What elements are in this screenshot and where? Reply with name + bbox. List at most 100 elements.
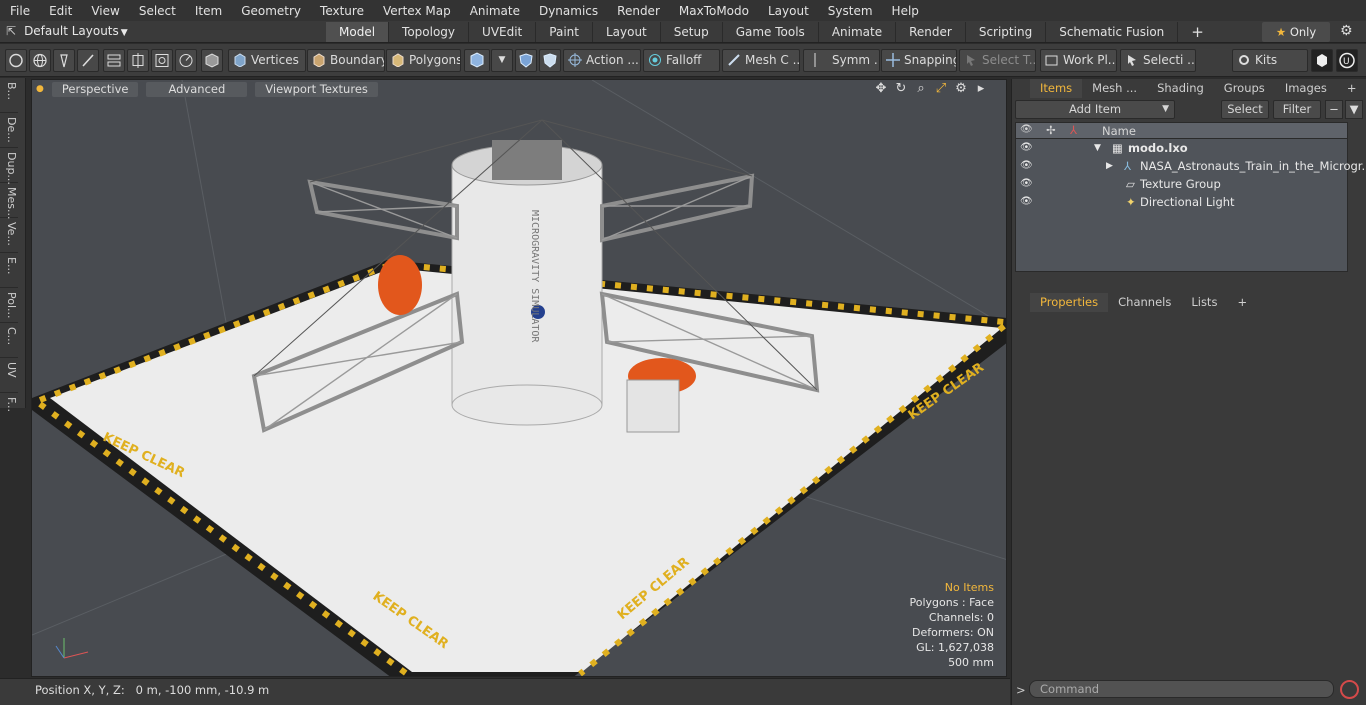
cube-icon[interactable] xyxy=(1311,49,1333,72)
advanced-button[interactable]: Advanced xyxy=(146,81,248,97)
add-panel-tab-icon[interactable]: + xyxy=(1337,79,1366,98)
select-through-button[interactable]: Select T... xyxy=(959,49,1036,72)
3d-viewport[interactable]: KEEP CLEAR KEEP CLEAR KEEP CLEAR KEEP CL… xyxy=(31,79,1007,677)
strip-tab-3[interactable]: Dup... xyxy=(0,148,18,185)
strip-tab-1[interactable]: B... xyxy=(0,78,18,113)
boundary-button[interactable]: Boundary xyxy=(307,49,385,72)
perspective-button[interactable]: Perspective xyxy=(51,81,139,97)
command-input[interactable]: Command xyxy=(1029,680,1334,698)
item-mode-icon[interactable] xyxy=(201,49,223,72)
eye-icon[interactable]: 👁 xyxy=(1020,157,1033,175)
tree-row-texture-group[interactable]: 👁 ▱ Texture Group xyxy=(1016,175,1347,193)
work-plane-button[interactable]: Work Pl... xyxy=(1040,49,1117,72)
layout-selector[interactable]: ⇱ Default Layouts ▼ xyxy=(6,24,128,38)
polygons-button[interactable]: Polygons xyxy=(386,49,461,72)
viewport-dot-icon[interactable]: ● xyxy=(36,84,44,94)
align-icon[interactable] xyxy=(103,49,125,72)
menu-system[interactable]: System xyxy=(818,4,882,18)
record-icon[interactable] xyxy=(1340,680,1359,699)
expand-arrow-icon[interactable]: ▸ xyxy=(974,82,988,96)
strip-tab-5[interactable]: Ve... xyxy=(0,218,18,253)
expand-arrow-icon[interactable]: ▶ xyxy=(1106,157,1113,175)
strip-tab-9[interactable]: UV xyxy=(0,358,18,393)
add-item-dropdown[interactable]: Add Item ▼ xyxy=(1015,100,1175,119)
tab-lists[interactable]: Lists xyxy=(1181,293,1227,312)
action-button[interactable]: Action ... xyxy=(563,49,641,72)
tree-row-scene[interactable]: 👁 ▼ ▦ modo.lxo xyxy=(1016,139,1347,157)
eye-icon[interactable]: 👁 xyxy=(1020,175,1033,193)
eye-icon[interactable]: 👁 xyxy=(1020,193,1033,211)
menu-dynamics[interactable]: Dynamics xyxy=(529,4,607,18)
menu-item[interactable]: Item xyxy=(185,4,231,18)
tab-groups[interactable]: Groups xyxy=(1214,79,1275,98)
pen-icon[interactable] xyxy=(53,49,75,72)
add-tab-icon[interactable]: + xyxy=(1178,22,1217,42)
tab-images[interactable]: Images xyxy=(1275,79,1337,98)
eye-icon[interactable]: 👁 xyxy=(1020,139,1033,157)
menu-select[interactable]: Select xyxy=(129,4,185,18)
symmetry-button[interactable]: Symm ... xyxy=(803,49,880,72)
shield-b-icon[interactable] xyxy=(539,49,561,72)
strip-tab-8[interactable]: C... xyxy=(0,323,18,358)
menu-texture[interactable]: Texture xyxy=(310,4,373,18)
menu-render[interactable]: Render xyxy=(607,4,669,18)
gear-icon[interactable]: ⚙ xyxy=(1340,23,1353,39)
expand-chevron-icon[interactable]: ▼ xyxy=(1094,139,1101,157)
filter-button[interactable]: Filter xyxy=(1273,100,1321,119)
vertices-button[interactable]: Vertices xyxy=(228,49,306,72)
fit-view-icon[interactable]: ⤢ xyxy=(934,82,948,96)
strip-tab-10[interactable]: F... xyxy=(0,393,18,428)
snapping-button[interactable]: Snapping xyxy=(881,49,957,72)
tree-row-mesh[interactable]: 👁 ▶ ⅄ NASA_Astronauts_Train_in_the_Micro… xyxy=(1016,157,1366,175)
tab-properties[interactable]: Properties xyxy=(1030,293,1109,312)
dropdown-chevron-icon[interactable]: ▼ xyxy=(491,49,513,72)
globe-icon[interactable] xyxy=(29,49,51,72)
select-button[interactable]: Select xyxy=(1221,100,1269,119)
menu-vertex-map[interactable]: Vertex Map xyxy=(373,4,460,18)
only-button[interactable]: ★ Only xyxy=(1262,22,1330,42)
mesh-constraint-button[interactable]: Mesh C ... xyxy=(722,49,800,72)
strip-tab-4[interactable]: Mes... xyxy=(0,183,18,219)
tab-layout[interactable]: Layout xyxy=(593,22,661,42)
funnel-icon[interactable]: ▼ xyxy=(1345,100,1363,119)
falloff-button[interactable]: Falloff xyxy=(643,49,720,72)
unreal-icon[interactable]: U xyxy=(1336,49,1358,72)
tab-shading[interactable]: Shading xyxy=(1147,79,1214,98)
tab-channels[interactable]: Channels xyxy=(1108,293,1181,312)
tree-row-light[interactable]: 👁 ✦ Directional Light xyxy=(1016,193,1347,211)
tab-game-tools[interactable]: Game Tools xyxy=(723,22,819,42)
tab-animate[interactable]: Animate xyxy=(819,22,897,42)
tab-render[interactable]: Render xyxy=(896,22,966,42)
tab-uvedit[interactable]: UVEdit xyxy=(469,22,537,42)
selection-button[interactable]: Selecti ... xyxy=(1120,49,1196,72)
shield-a-icon[interactable] xyxy=(515,49,537,72)
rotate-icon[interactable] xyxy=(175,49,197,72)
tab-paint[interactable]: Paint xyxy=(536,22,593,42)
circle-select-icon[interactable] xyxy=(5,49,27,72)
zoom-view-icon[interactable]: ⌕ xyxy=(914,82,928,96)
tab-scripting[interactable]: Scripting xyxy=(966,22,1047,42)
collapse-icon[interactable]: − xyxy=(1325,100,1343,119)
menu-file[interactable]: File xyxy=(0,4,39,18)
menu-animate[interactable]: Animate xyxy=(460,4,529,18)
strip-tab-7[interactable]: Pol... xyxy=(0,288,18,323)
kits-button[interactable]: Kits xyxy=(1232,49,1308,72)
tab-setup[interactable]: Setup xyxy=(661,22,723,42)
menu-layout[interactable]: Layout xyxy=(758,4,818,18)
add-prop-tab-icon[interactable]: + xyxy=(1227,293,1257,312)
tab-topology[interactable]: Topology xyxy=(389,22,470,42)
tab-items[interactable]: Items xyxy=(1030,79,1083,98)
strip-tab-6[interactable]: E... xyxy=(0,253,18,288)
menu-edit[interactable]: Edit xyxy=(39,4,81,18)
move-view-icon[interactable]: ✥ xyxy=(874,82,888,96)
tab-schematic-fusion[interactable]: Schematic Fusion xyxy=(1046,22,1179,42)
viewport-textures-button[interactable]: Viewport Textures xyxy=(255,81,378,97)
menu-view[interactable]: View xyxy=(81,4,128,18)
menu-help[interactable]: Help xyxy=(882,4,928,18)
transform-icon[interactable] xyxy=(127,49,149,72)
snap-center-icon[interactable] xyxy=(151,49,173,72)
tab-model[interactable]: Model xyxy=(326,22,390,42)
brush-icon[interactable] xyxy=(77,49,99,72)
strip-tab-2[interactable]: De... xyxy=(0,113,18,148)
rotate-view-icon[interactable]: ↻ xyxy=(894,82,908,96)
